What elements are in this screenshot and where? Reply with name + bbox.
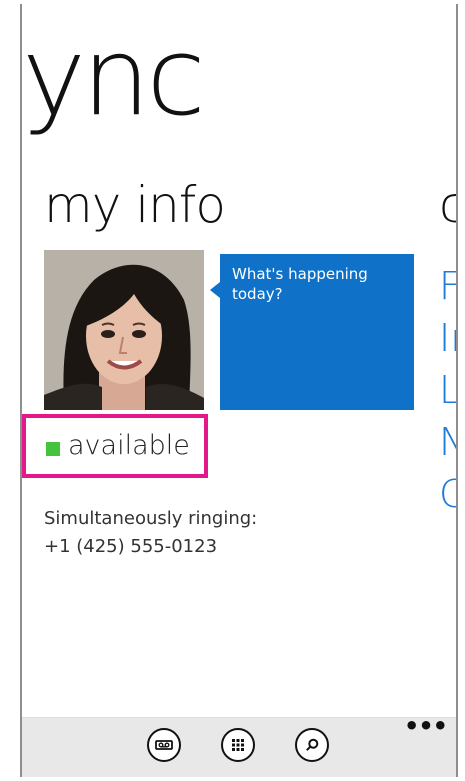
more-options-icon[interactable]: ••• bbox=[404, 714, 448, 740]
presence-status[interactable]: available bbox=[22, 414, 208, 478]
dialpad-icon bbox=[232, 739, 244, 751]
dialpad-button[interactable] bbox=[221, 728, 255, 762]
presence-available-icon bbox=[46, 442, 60, 456]
voicemail-button[interactable] bbox=[147, 728, 181, 762]
phone-screen: lync my info c What's happening today? a… bbox=[20, 4, 458, 777]
personal-note-bubble[interactable]: What's happening today? bbox=[210, 254, 414, 410]
avatar-photo bbox=[44, 250, 204, 410]
next-pivot-peek[interactable]: c bbox=[439, 180, 456, 230]
peek-list-item[interactable]: Ir bbox=[439, 318, 456, 370]
peek-list-item[interactable]: C bbox=[439, 474, 456, 526]
search-icon bbox=[306, 738, 319, 751]
simultaneous-ringing-number[interactable]: +1 (425) 555-0123 bbox=[44, 536, 217, 557]
voicemail-icon bbox=[155, 740, 173, 750]
app-bar: ••• bbox=[22, 714, 456, 777]
peek-list-item[interactable]: L bbox=[439, 370, 456, 422]
personal-note-text: What's happening today? bbox=[232, 265, 368, 304]
app-title: lync bbox=[22, 15, 206, 140]
pivot-title-my-info[interactable]: my info bbox=[44, 180, 226, 230]
peek-list-item[interactable]: F bbox=[439, 266, 456, 318]
peek-list-item[interactable]: N bbox=[439, 422, 456, 474]
presence-label: available bbox=[68, 430, 190, 461]
avatar[interactable] bbox=[44, 250, 204, 410]
search-button[interactable] bbox=[295, 728, 329, 762]
next-pivot-list-peek: F Ir L N C bbox=[439, 266, 456, 526]
simultaneous-ringing-label: Simultaneously ringing: bbox=[44, 508, 258, 529]
